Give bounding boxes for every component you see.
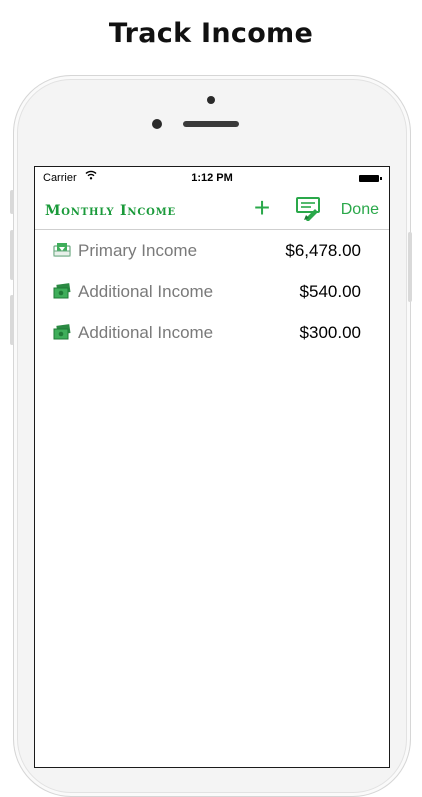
phone-side-button	[10, 295, 14, 345]
list-item[interactable]: Additional Income $540.00	[35, 271, 389, 312]
status-bar: Carrier 1:12 PM	[35, 167, 389, 189]
proximity-sensor	[207, 96, 215, 104]
plus-icon[interactable]: +	[249, 194, 275, 222]
earpiece-speaker	[183, 121, 239, 127]
promo-headline: Track Income	[108, 18, 314, 49]
income-list: Primary Income $6,478.00 Additional Inco…	[35, 230, 389, 353]
status-time: 1:12 PM	[191, 172, 233, 184]
list-item[interactable]: Primary Income $6,478.00	[35, 230, 389, 271]
income-amount: $6,478.00	[285, 241, 361, 260]
front-camera	[152, 119, 162, 129]
done-button[interactable]: Done	[341, 201, 379, 219]
additional-income-icon	[53, 283, 71, 299]
phone-side-button	[408, 232, 412, 302]
primary-income-icon	[53, 242, 71, 258]
income-label: Primary Income	[78, 241, 198, 260]
income-label: Additional Income	[78, 282, 214, 301]
page-title: Monthly Income	[45, 203, 176, 219]
battery-icon	[359, 175, 382, 182]
app-screen: Carrier 1:12 PM Monthly Income + Done Pr…	[34, 166, 390, 768]
income-amount: $540.00	[299, 282, 361, 301]
income-label: Additional Income	[78, 323, 214, 342]
phone-side-button	[10, 230, 14, 280]
list-item[interactable]: Additional Income $300.00	[35, 312, 389, 353]
additional-income-icon	[53, 324, 71, 340]
navigation-bar: Monthly Income + Done	[35, 189, 389, 230]
edit-money-icon[interactable]	[295, 195, 323, 222]
phone-side-button	[10, 190, 14, 214]
income-amount: $300.00	[299, 323, 361, 342]
